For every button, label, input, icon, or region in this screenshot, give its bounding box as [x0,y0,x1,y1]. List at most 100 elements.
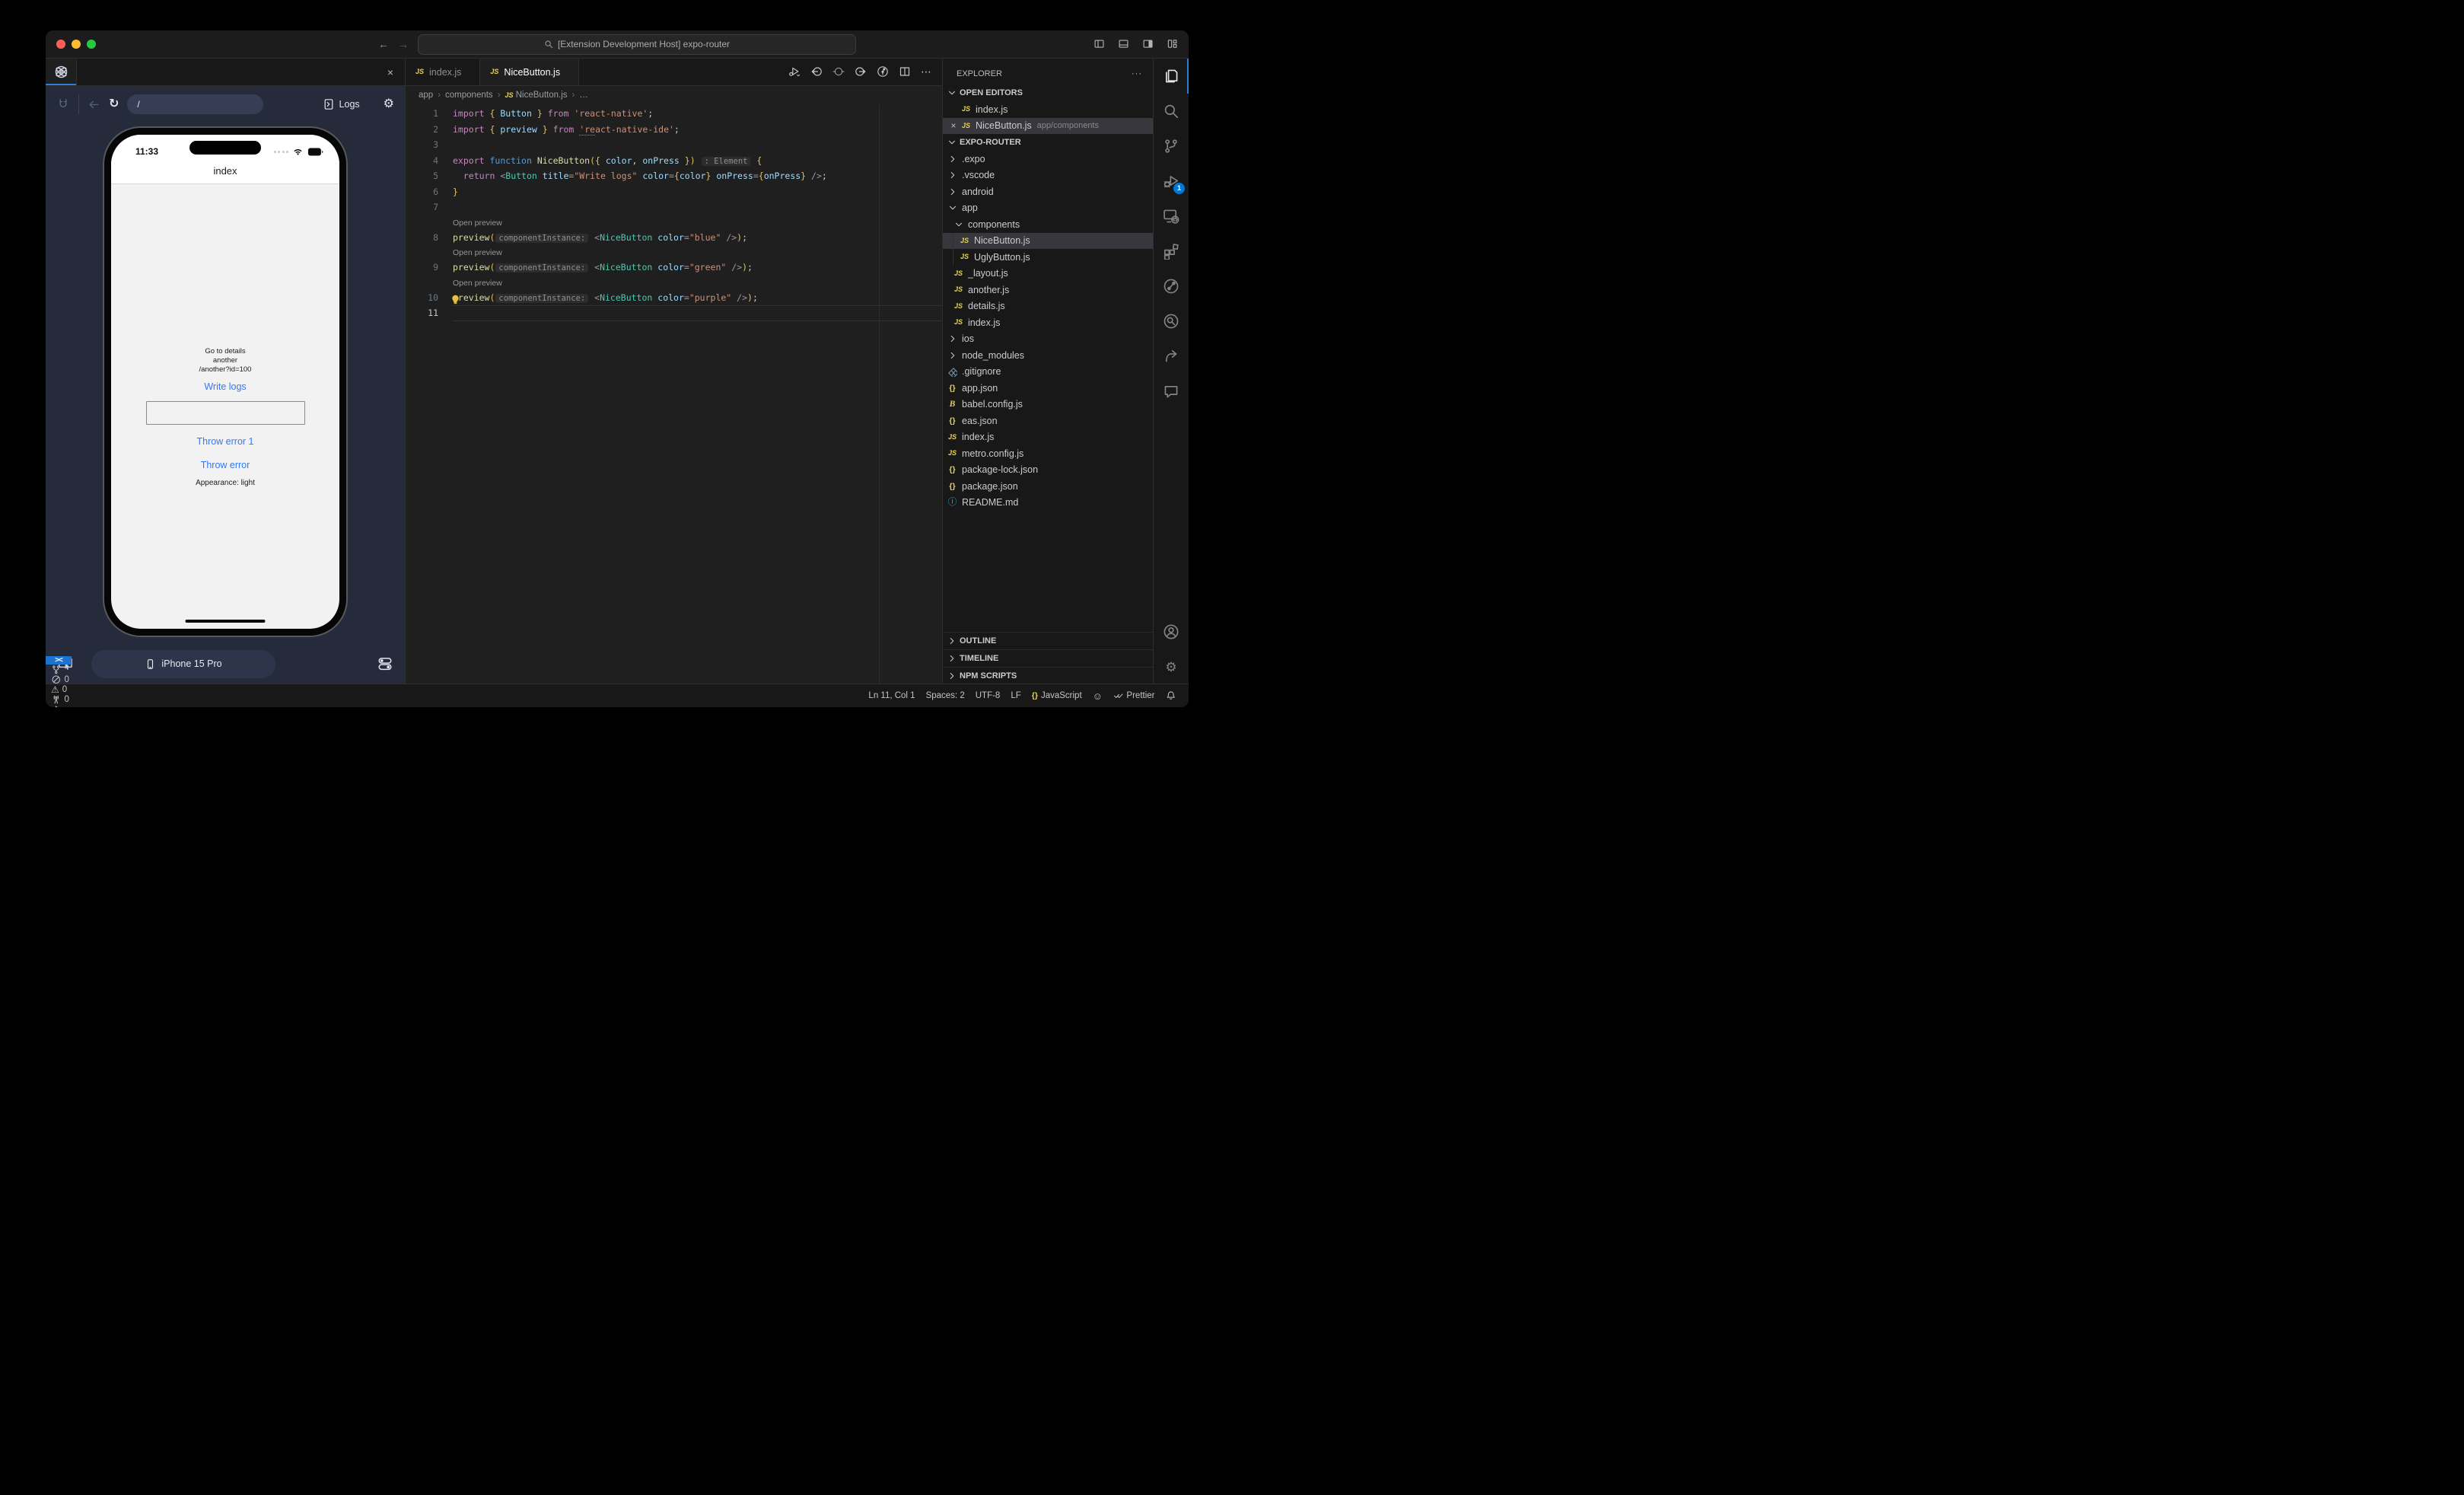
status-errors[interactable]: 0 [46,674,111,685]
write-logs-button[interactable]: Write logs [204,381,246,392]
simulator-settings-icon[interactable]: ⚙ [384,98,394,110]
close-editor-icon[interactable]: × [947,120,960,131]
breadcrumb-item-app[interactable]: app [419,91,433,100]
breadcrumb-item-NiceButton.js[interactable]: JS NiceButton.js [505,91,568,100]
iphone-screen[interactable]: 11:33 index [111,135,339,629]
nav-circle-left-icon[interactable] [810,65,823,79]
activity-comments[interactable] [1154,374,1189,409]
tree-item-ios[interactable]: ios [943,331,1153,348]
status-encoding[interactable]: UTF-8 [970,684,1006,707]
nav-back-icon[interactable] [88,98,100,111]
tree-item-another.js[interactable]: JSanother.js [943,282,1153,298]
activity-extensions[interactable] [1154,234,1189,269]
tree-item-app.json[interactable]: {}app.json [943,380,1153,397]
tree-item-node_modules[interactable]: node_modules [943,347,1153,364]
nav-circle-dash-icon[interactable] [832,65,845,79]
status-ports[interactable]: 0 [46,694,111,705]
tree-item-index.js[interactable]: JSindex.js [943,314,1153,331]
inspect-magnet-icon[interactable] [56,97,70,111]
open-editor-NiceButton.js[interactable]: ×JSNiceButton.jsapp/components [943,118,1153,135]
layout-sidebar-left-icon[interactable] [1094,37,1105,51]
layout-panel-icon[interactable] [1118,37,1129,51]
explorer-more-actions-icon[interactable]: ··· [1132,69,1142,78]
link-go-to-details[interactable]: Go to details [205,347,245,356]
device-settings-toggles-icon[interactable] [377,656,393,671]
device-select[interactable]: iPhone 15 Pro [91,650,275,678]
tree-item-app[interactable]: app [943,200,1153,217]
activity-source-control[interactable] [1154,129,1189,164]
activity-tool-circle-graph[interactable] [1154,269,1189,304]
status-remote-indicator[interactable]: >< [46,656,72,665]
tree-item-NiceButton.js[interactable]: JSNiceButton.js [943,233,1153,250]
tree-item-UglyButton.js[interactable]: JSUglyButton.js [943,249,1153,266]
activity-accounts[interactable] [1154,614,1189,649]
section-project-root[interactable]: EXPO-ROUTER [943,134,1153,151]
command-center-search[interactable]: [Extension Development Host] expo-router [418,34,856,55]
section-outline[interactable]: OUTLINE [943,632,1153,649]
status-debug[interactable] [46,704,111,707]
status-language[interactable]: {}JavaScript [1027,684,1087,707]
layout-grid-icon[interactable] [1167,37,1178,51]
tree-item-babel.config.js[interactable]: Bbabel.config.js [943,397,1153,413]
status-eol[interactable]: LF [1005,684,1026,707]
activity-remote-explorer[interactable] [1154,199,1189,234]
activity-settings[interactable]: ⚙ [1154,649,1189,684]
breadcrumb-item-components[interactable]: components [445,91,493,100]
quick-fix-lightbulb-icon[interactable] [450,292,461,308]
link-another[interactable]: another [213,356,237,365]
code-editor[interactable]: 1import { Button } from 'react-native';2… [406,104,942,684]
tree-item-package-lock.json[interactable]: {}package-lock.json [943,462,1153,479]
tree-item-components[interactable]: components [943,216,1153,233]
activity-explorer[interactable] [1154,59,1189,94]
minimize-window-button[interactable] [72,40,81,49]
tree-item-metro.config.js[interactable]: JSmetro.config.js [943,445,1153,462]
tree-item-package.json[interactable]: {}package.json [943,478,1153,495]
activity-search[interactable] [1154,94,1189,129]
tree-item-README.md[interactable]: ⓘREADME.md [943,495,1153,512]
status-warnings[interactable]: ⚠0 [46,685,111,694]
layout-sidebar-right-icon[interactable] [1142,37,1154,51]
more-icon[interactable]: ⋯ [921,65,932,79]
link-another-id[interactable]: /another?id=100 [199,365,252,375]
phone-text-input[interactable] [146,401,305,425]
zoom-window-button[interactable] [87,40,96,49]
editor-tab-index.js[interactable]: JSindex.js [406,59,480,85]
breadcrumb[interactable]: app›components›JS NiceButton.js›… [406,86,942,104]
status-feedback[interactable]: ☺ [1087,684,1108,707]
activity-run-debug[interactable]: 1 [1154,164,1189,199]
status-notifications[interactable] [1160,684,1182,707]
close-panel-icon[interactable]: × [387,66,393,78]
codelens-open-preview[interactable]: Open preview [406,276,502,290]
editor-tab-NiceButton.js[interactable]: JSNiceButton.js [480,59,579,85]
tree-item-details.js[interactable]: JSdetails.js [943,298,1153,315]
route-url-bar[interactable]: / [127,94,263,114]
throw-error-1-button[interactable]: Throw error 1 [196,436,253,447]
tree-item-_layout.js[interactable]: JS_layout.js [943,266,1153,282]
codelens-open-preview[interactable]: Open preview [406,215,502,230]
nav-circle-right-icon[interactable] [855,65,867,79]
activity-tool-circle-search[interactable] [1154,304,1189,339]
status-prettier[interactable]: Prettier [1108,684,1160,707]
status-cursor-position[interactable]: Ln 11, Col 1 [863,684,920,707]
status-graph[interactable] [46,665,111,675]
open-editor-index.js[interactable]: JSindex.js [943,101,1153,118]
history-circle-icon[interactable] [877,65,889,79]
logs-button[interactable]: Logs [323,98,360,110]
history-back-icon[interactable]: ← [378,39,389,49]
activity-share[interactable] [1154,339,1189,374]
tree-item-.expo[interactable]: .expo [943,151,1153,167]
tab-radon-ide[interactable] [46,59,77,85]
breadcrumb-item-…[interactable]: … [579,91,588,100]
section-open-editors[interactable]: OPEN EDITORS [943,84,1153,101]
tree-item-.vscode[interactable]: .vscode [943,167,1153,184]
split-editor-icon[interactable] [899,65,911,79]
throw-error-button[interactable]: Throw error [201,460,250,470]
tree-item-index.js[interactable]: JSindex.js [943,429,1153,446]
section-timeline[interactable]: TIMELINE [943,649,1153,667]
reload-icon[interactable]: ↻ [109,98,119,110]
tree-item-eas.json[interactable]: {}eas.json [943,413,1153,429]
tree-item-.gitignore[interactable]: .gitignore [943,364,1153,381]
history-forward-icon[interactable]: → [398,39,409,49]
status-indentation[interactable]: Spaces: 2 [921,684,970,707]
codelens-open-preview[interactable]: Open preview [406,245,502,260]
